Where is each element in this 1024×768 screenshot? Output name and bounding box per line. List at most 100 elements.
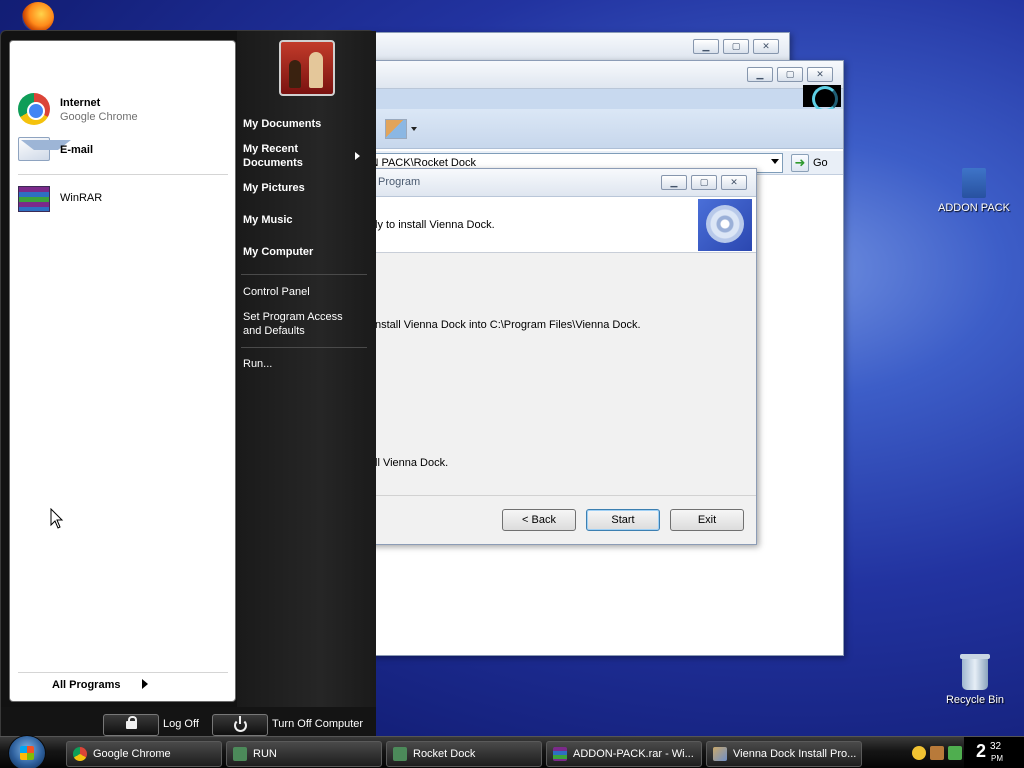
submenu-arrow-icon xyxy=(355,152,360,160)
recent-item-winrar[interactable]: WinRAR xyxy=(18,183,228,219)
install-instruction-text: ll Vienna Dock. xyxy=(375,457,449,469)
menu-item-set-program-access-line2[interactable]: and Defaults xyxy=(243,325,305,337)
clock-ampm: PM xyxy=(991,754,1003,763)
menu-item-my-recent-line2[interactable]: Documents xyxy=(243,157,303,169)
menu-item-control-panel[interactable]: Control Panel xyxy=(243,286,310,298)
recent-item-title: WinRAR xyxy=(60,192,103,204)
maximize-button[interactable]: ▢ xyxy=(777,67,803,82)
installer-body: nstall Vienna Dock into C:\Program Files… xyxy=(341,253,756,495)
smiley-tray-icon[interactable] xyxy=(912,746,926,760)
divider xyxy=(18,174,228,175)
close-button[interactable]: ✕ xyxy=(753,39,779,54)
all-programs-label[interactable]: All Programs xyxy=(52,679,120,691)
close-button[interactable]: ✕ xyxy=(721,175,747,190)
pinned-item-title: E-mail xyxy=(60,144,94,156)
minimize-button[interactable]: ▁ xyxy=(693,39,719,54)
recycle-bin-icon xyxy=(960,654,990,690)
pinned-item-subtitle: Google Chrome xyxy=(60,111,138,123)
taskbar-item-vienna-dock-installer[interactable]: Vienna Dock Install Pro... xyxy=(706,741,862,767)
system-tray xyxy=(908,739,964,767)
maximize-button[interactable]: ▢ xyxy=(723,39,749,54)
taskbar-item-chrome[interactable]: Google Chrome xyxy=(66,741,222,767)
clock[interactable]: 2 32 PM xyxy=(964,737,1024,768)
folder-icon xyxy=(393,747,407,761)
installer-window[interactable]: Program ▁ ▢ ✕ ly to install Vienna Dock.… xyxy=(340,168,757,545)
desktop-icon-addon-pack[interactable]: ADDON PACK xyxy=(936,168,1012,214)
turn-off-button[interactable] xyxy=(212,714,268,736)
views-dropdown-icon[interactable] xyxy=(411,127,417,131)
menu-bar xyxy=(341,89,843,109)
menu-item-my-documents[interactable]: My Documents xyxy=(243,118,321,130)
chrome-icon xyxy=(73,747,87,761)
desktop-icon-recycle-bin[interactable]: Recycle Bin xyxy=(938,654,1012,706)
menu-item-my-recent[interactable]: My Recent xyxy=(243,143,298,155)
taskbar-item-label: Rocket Dock xyxy=(413,748,476,760)
power-icon xyxy=(234,716,247,732)
divider xyxy=(241,274,367,275)
firefox-icon[interactable] xyxy=(22,2,54,32)
window-titlebar[interactable]: Program ▁ ▢ ✕ xyxy=(341,169,756,197)
turn-off-label[interactable]: Turn Off Computer xyxy=(272,718,363,730)
taskbar-item-rocket-dock[interactable]: Rocket Dock xyxy=(386,741,542,767)
clock-hour: 2 xyxy=(976,741,987,761)
taskbar-item-run[interactable]: RUN xyxy=(226,741,382,767)
menu-item-my-computer[interactable]: My Computer xyxy=(243,246,313,258)
menu-item-run[interactable]: Run... xyxy=(243,358,272,370)
divider xyxy=(18,672,228,673)
desktop-icon-label: ADDON PACK xyxy=(938,202,1010,214)
taskbar-item-label: ADDON-PACK.rar - Wi... xyxy=(573,748,694,760)
window-title: Program xyxy=(378,176,421,188)
views-icon[interactable] xyxy=(385,119,407,139)
pinned-item-email[interactable]: E-mail xyxy=(18,133,228,169)
lock-icon xyxy=(126,716,137,729)
back-button[interactable]: < Back xyxy=(502,509,576,531)
header-text: ly to install Vienna Dock. xyxy=(375,219,495,231)
window-titlebar[interactable]: ▁ ▢ ✕ xyxy=(341,61,843,89)
taskbar-item-label: RUN xyxy=(253,748,277,760)
taskbar-item-label: Google Chrome xyxy=(93,748,171,760)
install-path-text: nstall Vienna Dock into C:\Program Files… xyxy=(375,319,641,331)
go-arrow-icon: ➜ xyxy=(791,154,809,172)
network-tray-icon[interactable] xyxy=(948,746,962,760)
start-button[interactable]: Start xyxy=(586,509,660,531)
all-programs-arrow-icon[interactable] xyxy=(142,679,148,689)
chrome-icon xyxy=(18,93,50,125)
installer-header: ly to install Vienna Dock. xyxy=(341,197,756,253)
windows-logo-throbber-icon xyxy=(803,85,841,112)
log-off-button[interactable] xyxy=(103,714,159,736)
pinned-item-title: Internet xyxy=(60,97,101,109)
start-menu-left-pane: Internet Google Chrome E-mail WinRAR All… xyxy=(9,40,236,702)
maximize-button[interactable]: ▢ xyxy=(691,175,717,190)
tools-tray-icon[interactable] xyxy=(930,746,944,760)
winrar-icon xyxy=(18,186,50,212)
email-icon xyxy=(18,137,71,161)
archive-window[interactable]: ▁ ▢ ✕ xyxy=(340,32,790,62)
user-picture-avatar[interactable] xyxy=(279,40,335,96)
pinned-item-internet[interactable]: Internet Google Chrome xyxy=(18,93,228,129)
start-menu: Internet Google Chrome E-mail WinRAR All… xyxy=(0,30,376,737)
explorer-toolbar xyxy=(341,109,843,149)
exit-button[interactable]: Exit xyxy=(670,509,744,531)
start-button[interactable] xyxy=(8,735,46,768)
winrar-icon xyxy=(553,747,567,761)
cd-icon xyxy=(698,199,752,251)
close-button[interactable]: ✕ xyxy=(807,67,833,82)
menu-item-my-pictures[interactable]: My Pictures xyxy=(243,182,305,194)
minimize-button[interactable]: ▁ xyxy=(661,175,687,190)
window-titlebar[interactable]: ▁ ▢ ✕ xyxy=(341,33,789,61)
menu-item-set-program-access[interactable]: Set Program Access xyxy=(243,311,343,323)
taskbar-item-addon-pack-rar[interactable]: ADDON-PACK.rar - Wi... xyxy=(546,741,702,767)
minimize-button[interactable]: ▁ xyxy=(747,67,773,82)
start-menu-right-pane: My Documents My Recent Documents My Pict… xyxy=(237,31,376,707)
clock-minutes: 32 xyxy=(990,741,1002,752)
log-off-label[interactable]: Log Off xyxy=(163,718,199,730)
menu-item-my-music[interactable]: My Music xyxy=(243,214,293,226)
address-dropdown-icon[interactable] xyxy=(771,159,779,164)
installer-footer: < Back Start Exit xyxy=(341,495,756,544)
start-menu-footer: Log Off Turn Off Computer xyxy=(1,707,376,737)
go-label: Go xyxy=(813,157,828,169)
run-icon xyxy=(233,747,247,761)
installer-icon xyxy=(713,747,727,761)
go-button[interactable]: ➜ Go xyxy=(789,153,839,173)
divider xyxy=(241,347,367,348)
